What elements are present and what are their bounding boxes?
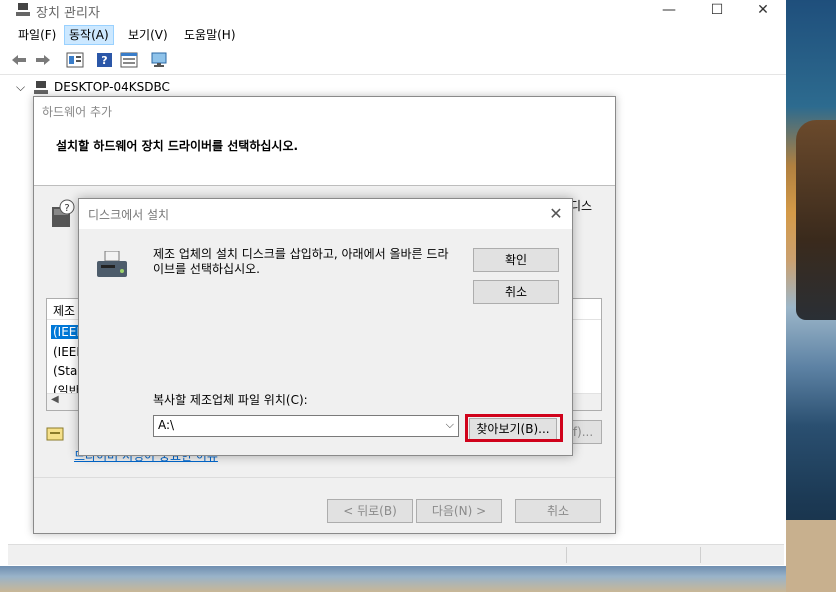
properties-icon[interactable] [66,52,84,68]
wizard-title: 하드웨어 추가 [42,105,113,119]
menu-help[interactable]: 도움말(H) [180,26,240,44]
expand-chevron-icon[interactable]: ⌵ [16,80,25,95]
wizard-divider [34,477,615,478]
disk-drive-icon [97,251,127,277]
close-button[interactable]: ✕ [740,0,786,22]
copy-location-value: A:\ [158,418,175,432]
wizard-cancel-button[interactable]: 취소 [515,499,601,523]
scroll-left-icon[interactable]: ◀ [51,394,59,405]
window-title: 장치 관리자 [36,6,100,21]
status-separator [566,547,567,563]
list-header-manufacturer[interactable]: 제조 [53,302,75,319]
forward-icon[interactable] [34,52,52,68]
dialog-title-bar: 디스크에서 설치 ✕ [79,199,572,229]
install-from-disk-dialog: 디스크에서 설치 ✕ 제조 업체의 설치 디스크를 삽입하고, 아래에서 올바른… [78,198,573,456]
title-bar: 장치 관리자 — ☐ ✕ [0,0,786,22]
status-separator [700,547,701,563]
menu-view[interactable]: 보기(V) [124,26,172,44]
ok-button[interactable]: 확인 [473,248,559,272]
back-icon[interactable] [10,52,28,68]
dialog-message: 제조 업체의 설치 디스크를 삽입하고, 아래에서 올바른 드라이브를 선택하십… [153,247,449,276]
desktop-wallpaper [786,0,836,592]
menu-file[interactable]: 파일(F) [14,26,60,44]
svg-text:?: ? [64,203,69,214]
next-button[interactable]: 다음(N) > [416,499,502,523]
back-button[interactable]: < 뒤로(B) [327,499,413,523]
dialog-cancel-button[interactable]: 취소 [473,280,559,304]
status-bar [8,544,784,565]
dialog-title: 디스크에서 설치 [88,208,170,222]
maximize-button[interactable]: ☐ [694,0,740,22]
copy-location-label: 복사할 제조업체 파일 위치(C): [153,393,308,407]
certificate-icon [46,427,64,441]
wizard-instruction: 설치할 하드웨어 장치 드라이버를 선택하십시오. [56,139,299,153]
chevron-down-icon[interactable]: ⌵ [446,418,454,432]
computer-icon [34,81,48,94]
computer-name: DESKTOP-04KSDBC [54,80,170,94]
menu-action[interactable]: 동작(A) [64,25,114,45]
browse-highlight [465,414,563,442]
hardware-help-icon: ? [52,199,75,227]
help-icon[interactable]: ? [96,52,114,68]
menu-bar: 파일(F) 동작(A) 보기(V) 도움말(H) [0,24,786,46]
wallpaper-sand [786,520,836,592]
monitor-icon[interactable] [150,52,168,68]
copy-location-combobox[interactable]: A:\ ⌵ [153,415,459,437]
view-icon[interactable] [120,52,138,68]
desktop-strip [0,566,786,592]
wizard-header: 하드웨어 추가 설치할 하드웨어 장치 드라이버를 선택하십시오. [34,97,615,186]
dialog-close-button[interactable]: ✕ [546,204,566,224]
toolbar: ? [0,48,786,75]
svg-text:?: ? [101,54,107,67]
device-manager-icon [16,3,30,17]
wallpaper-cliff [796,120,836,320]
wizard-side-text: 디스 [570,199,593,213]
minimize-button[interactable]: — [646,0,692,22]
